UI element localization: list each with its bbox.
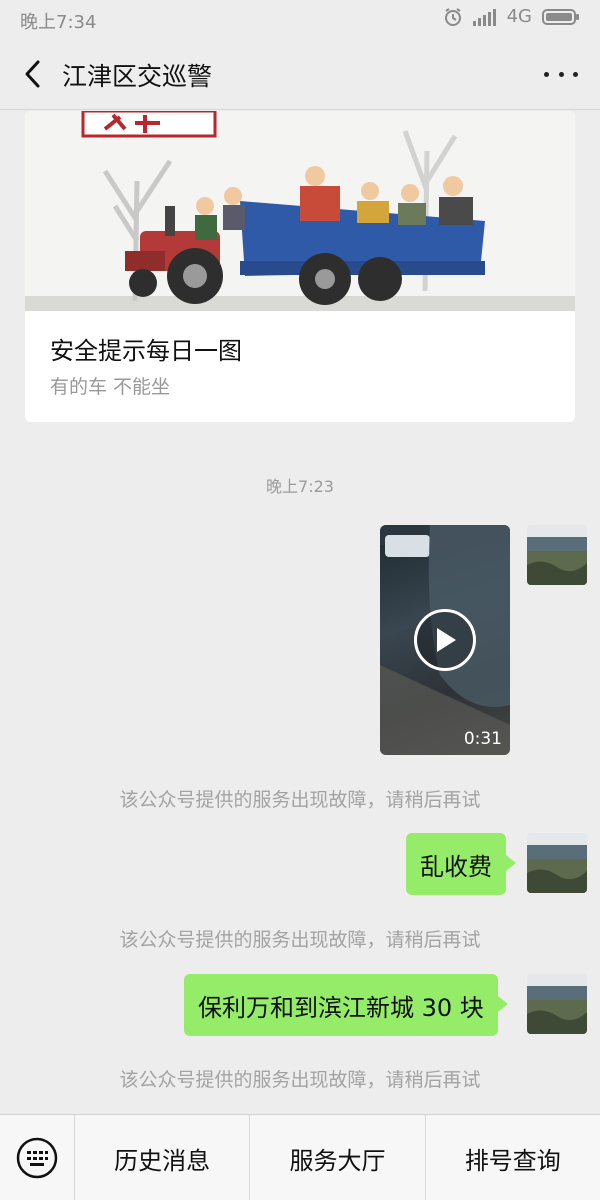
more-dot <box>573 71 578 77</box>
battery-icon <box>542 8 579 25</box>
article-card[interactable]: 安全提示每日一图 有的车 不能坐 <box>25 111 575 422</box>
system-notice: 该公众号提供的服务出现故障，请稍后再试 <box>119 929 481 951</box>
menu-queue-query[interactable]: 排号查询 <box>426 1115 600 1200</box>
avatar[interactable] <box>527 974 587 1034</box>
menu-service-hall[interactable]: 服务大厅 <box>250 1115 426 1200</box>
more-dot <box>544 71 549 77</box>
status-time: 晚上7:34 <box>20 12 97 33</box>
alarm-icon <box>444 7 461 26</box>
article-cover-image <box>25 111 575 311</box>
video-message[interactable]: 0:31 <box>380 525 510 755</box>
status-icons: 4G <box>443 6 580 27</box>
video-duration: 0:31 <box>463 729 502 749</box>
menu-history-messages[interactable]: 历史消息 <box>75 1115 251 1200</box>
play-button[interactable] <box>414 609 476 671</box>
text-message[interactable]: 保利万和到滨江新城 30 块 <box>184 974 508 1036</box>
text-message[interactable]: 乱收费 <box>406 833 516 895</box>
chat-area[interactable]: 安全提示每日一图 有的车 不能坐 晚上7:23 0:31 该公众号提供的服务出现… <box>0 111 600 1114</box>
official-account-menu: 历史消息 服务大厅 排号查询 <box>0 1114 600 1200</box>
more-dot <box>558 71 564 77</box>
article-title: 安全提示每日一图 <box>50 337 242 365</box>
signal-icon <box>472 8 496 26</box>
system-notice: 该公众号提供的服务出现故障，请稍后再试 <box>119 789 481 811</box>
status-bar: 晚上7:34 4G <box>0 0 600 38</box>
message-timestamp: 晚上7:23 <box>266 477 334 496</box>
keyboard-toggle-button[interactable] <box>0 1115 75 1200</box>
avatar-image <box>527 974 587 1034</box>
article-description: 有的车 不能坐 <box>50 376 171 398</box>
avatar[interactable] <box>527 525 587 585</box>
back-button[interactable] <box>14 56 50 92</box>
keyboard-icon <box>16 1137 58 1179</box>
chevron-left-icon <box>25 60 40 88</box>
chat-header: 江津区交巡警 <box>0 38 600 110</box>
play-icon <box>437 628 456 652</box>
avatar-image <box>527 833 587 893</box>
avatar[interactable] <box>527 833 587 893</box>
more-options-button[interactable] <box>544 62 578 86</box>
chat-title: 江津区交巡警 <box>62 62 213 91</box>
system-notice: 该公众号提供的服务出现故障，请稍后再试 <box>119 1069 481 1091</box>
avatar-image <box>527 525 587 585</box>
network-label: 4G <box>506 6 532 27</box>
